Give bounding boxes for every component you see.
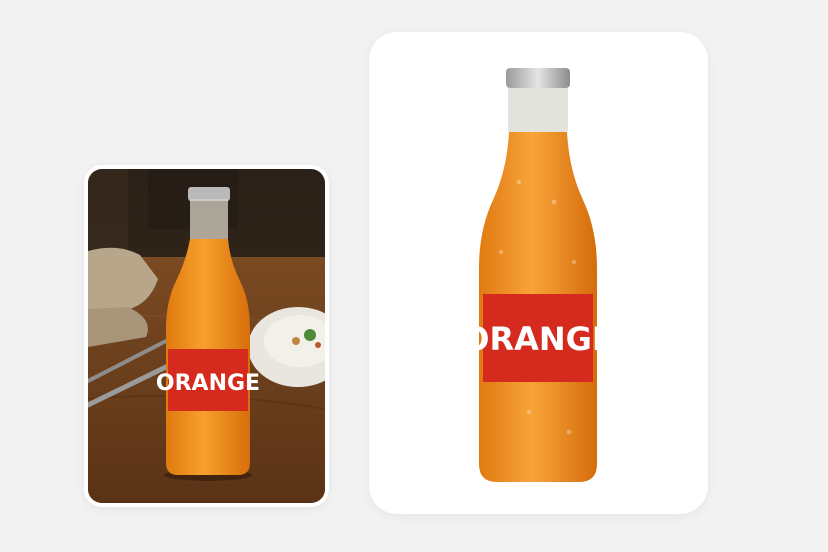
bottle-on-table-illustration: ORANGE bbox=[88, 169, 325, 503]
original-bottle-label: ORANGE bbox=[156, 371, 260, 396]
cutout-bottle-label: ORANGE bbox=[462, 320, 614, 358]
cutout-image-card[interactable]: ORANGE bbox=[369, 32, 708, 514]
original-image-card[interactable]: ORANGE bbox=[84, 165, 329, 507]
original-photo: ORANGE bbox=[88, 169, 325, 503]
bottle-cutout-illustration: ORANGE bbox=[462, 68, 614, 482]
